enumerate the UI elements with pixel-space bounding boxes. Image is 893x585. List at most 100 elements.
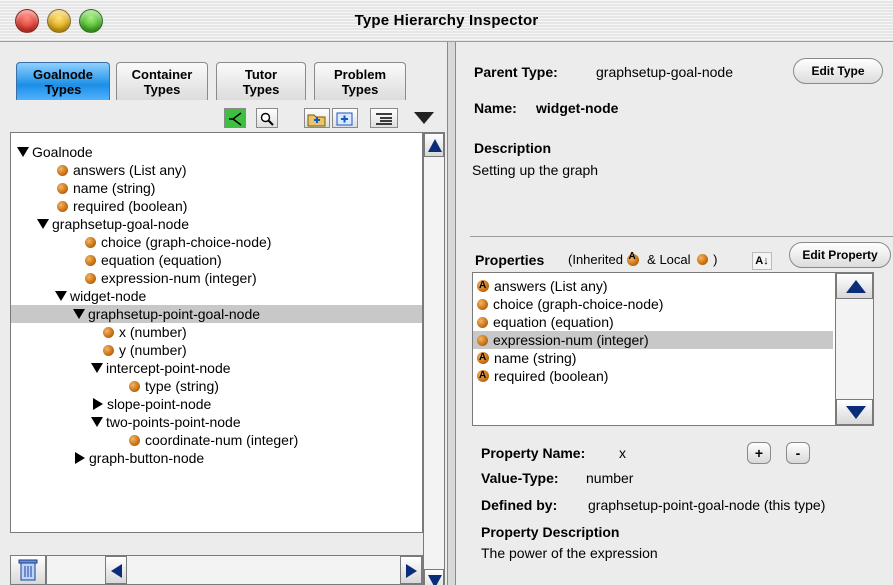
tree-node-item[interactable]: graph-button-node [11,449,422,467]
tab-label-line1: Container [131,67,193,82]
properties-legend: (Inherited & Local ) [568,251,718,267]
expanded-triangle-icon[interactable] [91,417,103,428]
tree-item-label: name (string) [73,180,156,196]
property-row[interactable]: equation (equation) [473,313,833,331]
menu-triangle-icon[interactable] [414,112,434,124]
tree-leaf-item[interactable]: expression-num (integer) [11,269,422,287]
tree-list: Goalnode answers (List any) name (string) r… [11,143,422,467]
tree-horizontal-scrollbar[interactable] [46,555,423,585]
title-bar[interactable]: Type Hierarchy Inspector [0,0,893,42]
left-arrow-icon [111,564,122,578]
tree-leaf-item[interactable]: answers (List any) [11,161,422,179]
collapsed-triangle-icon[interactable] [93,398,103,411]
property-row[interactable]: required (boolean) [473,367,833,385]
slot-dot-icon [103,326,114,338]
properties-scroll-down-button[interactable] [836,399,873,425]
tree-node-item[interactable]: two-points-point-node [11,413,422,431]
tree-node-item[interactable]: intercept-point-node [11,359,422,377]
tree-node-item[interactable]: graphsetup-point-goal-node [11,305,422,323]
tree-leaf-item[interactable]: required (boolean) [11,197,422,215]
property-description-value: The power of the expression [481,545,658,561]
pane-splitter[interactable] [447,42,456,585]
name-label: Name: [474,100,517,116]
expanded-triangle-icon[interactable] [91,363,103,374]
scroll-right-button[interactable] [400,556,422,584]
folder-new-icon[interactable] [332,108,358,128]
scroll-up-button[interactable] [424,133,444,157]
property-row-label: answers (List any) [494,278,608,294]
tree-leaf-item[interactable]: name (string) [11,179,422,197]
inherited-icon [477,367,489,385]
type-browser-pane: Goalnode Types Container Types Tutor Typ… [0,42,447,585]
edit-type-button[interactable]: Edit Type [793,58,883,84]
sort-alpha-button[interactable]: A↓ [752,252,772,270]
properties-scroll-up-button[interactable] [836,273,873,299]
tree-node-item[interactable]: graphsetup-goal-node [11,215,422,233]
slot-dot-icon [57,200,68,212]
inherited-icon [626,251,639,266]
tab-problem-types[interactable]: Problem Types [314,62,406,100]
tree-leaf-item[interactable]: type (string) [11,377,422,395]
value-type-label: Value-Type: [481,470,559,486]
up-arrow-icon [428,139,442,152]
legend-mid: & Local [647,252,691,267]
scroll-down-button[interactable] [424,569,444,585]
window-title: Type Hierarchy Inspector [354,12,539,29]
tree-item-label: choice (graph-choice-node) [101,234,272,250]
type-tree[interactable]: Goalnode answers (List any) name (string) r… [10,132,423,533]
expanded-triangle-icon[interactable] [17,147,29,158]
expanded-triangle-icon[interactable] [73,309,85,320]
property-row[interactable]: expression-num (integer) [473,331,833,349]
property-row[interactable]: answers (List any) [473,277,833,295]
slot-dot-icon [85,236,96,248]
properties-list[interactable]: answers (List any) choice (graph-choice-n… [472,272,874,426]
tree-leaf-item[interactable]: equation (equation) [11,251,422,269]
tab-container-types[interactable]: Container Types [116,62,208,100]
tab-tutor-types[interactable]: Tutor Types [216,62,306,100]
properties-scrollbar[interactable] [835,273,873,425]
add-property-button[interactable]: + [747,442,771,464]
expanded-triangle-icon[interactable] [55,291,67,302]
tree-item-label: two-points-point-node [106,414,241,430]
tree-item-label: coordinate-num (integer) [145,432,299,448]
tree-node-item[interactable]: slope-point-node [11,395,422,413]
scroll-left-button[interactable] [105,556,127,584]
expanded-triangle-icon[interactable] [37,219,49,230]
property-row[interactable]: choice (graph-choice-node) [473,295,833,313]
magnifier-icon[interactable] [256,108,278,128]
down-arrow-icon [846,406,866,419]
section-divider [470,236,893,237]
tab-label-line1: Tutor [244,67,278,82]
remove-property-button[interactable]: - [786,442,810,464]
tree-node-item[interactable]: widget-node [11,287,422,305]
list-view-icon[interactable] [370,108,398,128]
defined-by-label: Defined by: [481,497,558,513]
tree-branch-icon[interactable] [224,108,246,128]
tree-item-label: graphsetup-goal-node [52,216,189,232]
parent-type-value: graphsetup-goal-node [596,64,733,80]
property-name-value: x [619,445,626,461]
tree-leaf-item[interactable]: choice (graph-choice-node) [11,233,422,251]
slot-dot-icon [85,254,96,266]
tab-goalnode-types[interactable]: Goalnode Types [16,62,110,100]
collapsed-triangle-icon[interactable] [75,452,85,465]
inherited-icon [477,349,489,367]
tree-item-label: answers (List any) [73,162,187,178]
legend-prefix: (Inherited [568,252,623,267]
property-row[interactable]: name (string) [473,349,833,367]
tree-leaf-item[interactable]: x (number) [11,323,422,341]
right-arrow-icon [406,564,417,578]
tab-label-line2: Types [341,82,379,97]
property-name-label: Property Name: [481,445,586,461]
edit-property-button[interactable]: Edit Property [789,242,891,268]
trash-button[interactable] [10,555,46,585]
tab-label-line1: Goalnode [33,67,93,82]
tree-node-item[interactable]: Goalnode [11,143,422,161]
tree-leaf-item[interactable]: y (number) [11,341,422,359]
folder-add-icon[interactable] [304,108,330,128]
slot-dot-icon [57,182,68,194]
tree-vertical-scrollbar[interactable] [423,132,445,585]
tree-leaf-item[interactable]: coordinate-num (integer) [11,431,422,449]
legend-suffix: ) [713,252,718,267]
tree-bottom-bar [10,555,423,585]
